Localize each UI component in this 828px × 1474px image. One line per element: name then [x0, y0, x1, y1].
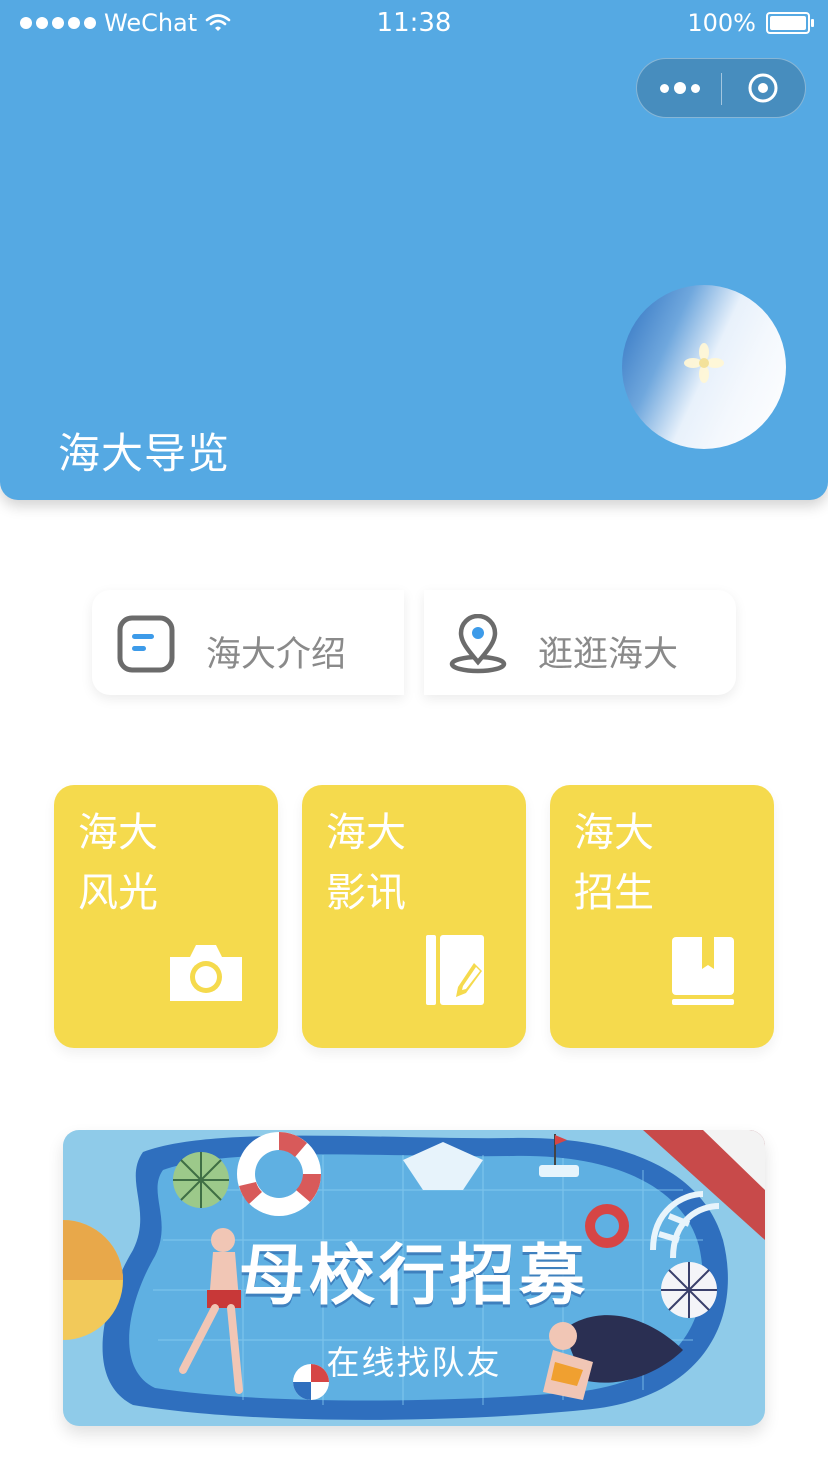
card-admissions[interactable]: 海大 招生 [550, 785, 774, 1048]
document-icon [117, 615, 175, 673]
card-news[interactable]: 海大 影讯 [302, 785, 526, 1048]
card-title: 海大 招生 [574, 810, 654, 916]
location-pin-icon [449, 614, 507, 674]
card-scenery[interactable]: 海大 风光 [54, 785, 278, 1048]
avatar[interactable] [622, 285, 786, 449]
card-title: 海大 影讯 [326, 810, 406, 916]
close-miniprogram-icon[interactable] [747, 72, 779, 104]
battery-status: 100% [687, 9, 814, 37]
more-menu-button[interactable] [659, 59, 701, 117]
card-title: 海大 风光 [78, 810, 158, 916]
page-title: 海大导览 [58, 429, 231, 478]
header-banner: WeChat 11:38 100% 海大导览 [0, 0, 828, 500]
quick-link-label: 逛逛海大 [538, 635, 679, 675]
quick-link-intro[interactable]: 海大介绍 [92, 590, 404, 695]
status-bar: WeChat 11:38 100% [0, 0, 828, 48]
capsule-divider [721, 73, 722, 105]
quick-link-explore[interactable]: 逛逛海大 [424, 590, 736, 695]
flower-icon [684, 343, 724, 383]
quick-link-label: 海大介绍 [206, 635, 347, 675]
more-dots-icon [660, 83, 669, 93]
promo-banner[interactable]: 母校行招募 在线找队友 [63, 1130, 765, 1426]
camera-icon [170, 945, 242, 1001]
battery-icon [766, 12, 814, 34]
banner-headline: 母校行招募 [239, 1237, 589, 1314]
banner-subtitle: 在线找队友 [326, 1343, 502, 1382]
book-icon [672, 937, 734, 1005]
miniprogram-capsule [636, 58, 806, 118]
notebook-edit-icon [426, 935, 484, 1005]
battery-percent: 100% [687, 9, 756, 37]
